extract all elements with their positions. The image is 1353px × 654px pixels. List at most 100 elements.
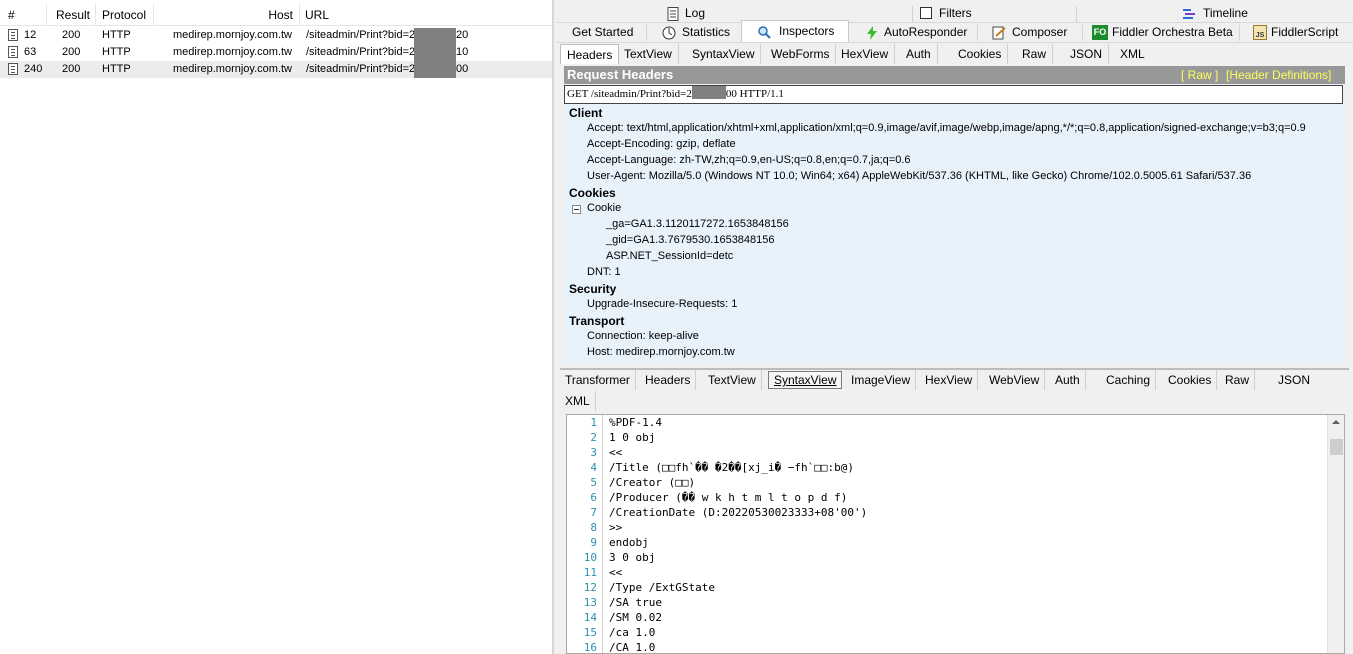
code-line: /CreationDate (D:20220530023333+08'00') — [609, 506, 868, 519]
scrollbar-thumb[interactable] — [1330, 439, 1343, 455]
request-tab-cookies[interactable]: Cookies — [952, 44, 1009, 64]
document-icon — [8, 46, 18, 58]
session-url-tail: 00 — [456, 63, 469, 75]
response-tab-cookies[interactable]: Cookies — [1163, 370, 1218, 390]
response-tab-textview[interactable]: TextView — [703, 370, 762, 390]
tab-inspectors[interactable]: Inspectors — [741, 20, 849, 42]
sessions-list[interactable]: # Result Protocol Host URL 12 200 HTTP m… — [0, 0, 554, 654]
response-tab-webview[interactable]: WebView — [984, 370, 1046, 390]
col-host-header[interactable]: Host — [154, 4, 300, 26]
code-line: /SA true — [609, 596, 662, 609]
response-tab-headers[interactable]: Headers — [640, 370, 697, 390]
code-line: /SM 0.02 — [609, 611, 662, 624]
response-tab-auth[interactable]: Auth — [1050, 370, 1086, 390]
response-tab-json[interactable]: JSON — [1273, 370, 1315, 390]
tab-fiddlerscript-label: FiddlerScript — [1271, 25, 1339, 39]
composer-icon — [992, 26, 1006, 40]
redaction-block — [691, 86, 726, 99]
cookie-ga: _ga=GA1.3.1120117272.1653848156 — [606, 218, 789, 230]
raw-link[interactable]: [ Raw ] — [1181, 66, 1218, 84]
request-tab-json[interactable]: JSON — [1064, 44, 1110, 64]
inspector-area: Log Filters Timeline Get Started Statist… — [556, 0, 1353, 654]
response-tab-transformer[interactable]: Transformer — [560, 370, 636, 390]
tab-inspectors-label: Inspectors — [779, 24, 835, 38]
tab-timeline-label: Timeline — [1203, 6, 1248, 20]
col-number-header[interactable]: # — [0, 4, 47, 26]
response-tab-imageview[interactable]: ImageView — [846, 370, 917, 390]
line-number: 16 — [583, 641, 597, 654]
response-tab-raw[interactable]: Raw — [1220, 370, 1256, 390]
request-tab-raw[interactable]: Raw — [1016, 44, 1054, 64]
line-number: 6 — [590, 491, 597, 504]
line-number: 4 — [590, 461, 597, 474]
response-tab-caching[interactable]: Caching — [1101, 370, 1157, 390]
session-host: medirep.mornjoy.com.tw — [173, 46, 292, 58]
group-security: Security — [569, 282, 617, 296]
request-headers-title-bar: Request Headers [ Raw ] [Header Definiti… — [564, 66, 1345, 84]
cookie-node[interactable]: Cookie — [587, 202, 621, 214]
request-line-end: 00 HTTP/1.1 — [725, 88, 784, 100]
line-number: 14 — [583, 611, 597, 624]
col-result-header[interactable]: Result — [47, 4, 96, 26]
header-connection: Connection: keep-alive — [587, 330, 699, 342]
header-definitions-link[interactable]: [Header Definitions] — [1226, 66, 1331, 84]
line-number: 2 — [590, 431, 597, 444]
request-tab-syntaxview[interactable]: SyntaxView — [686, 44, 762, 64]
request-tab-hexview[interactable]: HexView — [835, 44, 896, 64]
session-url: /siteadmin/Print?bid=2 — [306, 46, 416, 58]
group-client: Client — [569, 106, 603, 120]
code-line: << — [609, 566, 623, 579]
response-tab-hexview[interactable]: HexView — [920, 370, 979, 390]
header-dnt: DNT: 1 — [587, 266, 621, 278]
col-protocol-header[interactable]: Protocol — [96, 4, 154, 26]
tab-filters-label: Filters — [939, 6, 972, 20]
tab-get-started-label: Get Started — [572, 25, 634, 39]
code-line: /Creator (□□) — [609, 476, 696, 489]
redaction-block — [414, 28, 456, 78]
syntax-view-editor[interactable]: 1 %PDF-1.4 2 1 0 obj 3 << 4/Title (□□fh`�� �2�… — [566, 414, 1345, 654]
scroll-up-arrow-icon[interactable] — [1328, 415, 1344, 429]
vertical-scrollbar[interactable] — [1327, 415, 1344, 653]
tab-statistics-label: Statistics — [682, 25, 731, 39]
request-tab-auth[interactable]: Auth — [900, 44, 938, 64]
statistics-icon — [662, 26, 676, 40]
tab-orchestra-label: Fiddler Orchestra Beta — [1112, 25, 1233, 39]
response-tab-syntaxview[interactable]: SyntaxView — [768, 371, 843, 389]
session-row-selected[interactable]: 240 200 HTTP medirep.mornjoy.com.tw /sit… — [0, 61, 552, 78]
session-host: medirep.mornjoy.com.tw — [173, 63, 292, 75]
cookie-gid: _gid=GA1.3.7679530.1653848156 — [606, 234, 775, 246]
line-number: 8 — [590, 521, 597, 534]
tab-separator — [977, 25, 978, 41]
main-tab-row: Get Started Statistics Inspectors AutoRe… — [556, 20, 1353, 43]
header-user-agent: User-Agent: Mozilla/5.0 (Windows NT 10.0… — [587, 170, 1252, 182]
col-url-header[interactable]: URL — [300, 4, 552, 26]
session-result: 200 — [62, 63, 81, 75]
session-row[interactable]: 12 200 HTTP medirep.mornjoy.com.tw /site… — [0, 27, 552, 44]
lightning-icon — [867, 26, 877, 40]
session-result: 200 — [62, 29, 81, 41]
collapse-cookie-icon[interactable] — [572, 205, 581, 214]
session-url: /siteadmin/Print?bid=2 — [306, 63, 416, 75]
line-number: 1 — [590, 416, 597, 429]
request-tab-webforms[interactable]: WebForms — [765, 44, 837, 64]
session-protocol: HTTP — [102, 29, 131, 41]
code-line: %PDF-1.4 — [609, 416, 662, 429]
request-tab-textview[interactable]: TextView — [618, 44, 679, 64]
tab-autoresponder-label: AutoResponder — [884, 25, 968, 39]
request-tab-headers[interactable]: Headers — [560, 44, 620, 64]
line-number: 11 — [583, 566, 597, 579]
top-tab-row: Log Filters Timeline — [556, 4, 1353, 23]
fiddlerscript-icon: JS — [1253, 25, 1267, 40]
line-number: 13 — [583, 596, 597, 609]
response-tab-xml[interactable]: XML — [560, 391, 596, 411]
session-row[interactable]: 63 200 HTTP medirep.mornjoy.com.tw /site… — [0, 44, 552, 61]
request-tab-xml[interactable]: XML — [1114, 44, 1151, 64]
filters-checkbox-icon[interactable] — [920, 7, 932, 19]
cookie-session-id: ASP.NET_SessionId=detc — [606, 250, 734, 262]
line-number: 7 — [590, 506, 597, 519]
code-line: /ca 1.0 — [609, 626, 656, 639]
tab-separator — [912, 6, 913, 22]
session-id: 240 — [24, 63, 43, 75]
orchestra-icon: FO — [1092, 25, 1108, 40]
tab-get-started[interactable]: Get Started — [572, 23, 633, 42]
